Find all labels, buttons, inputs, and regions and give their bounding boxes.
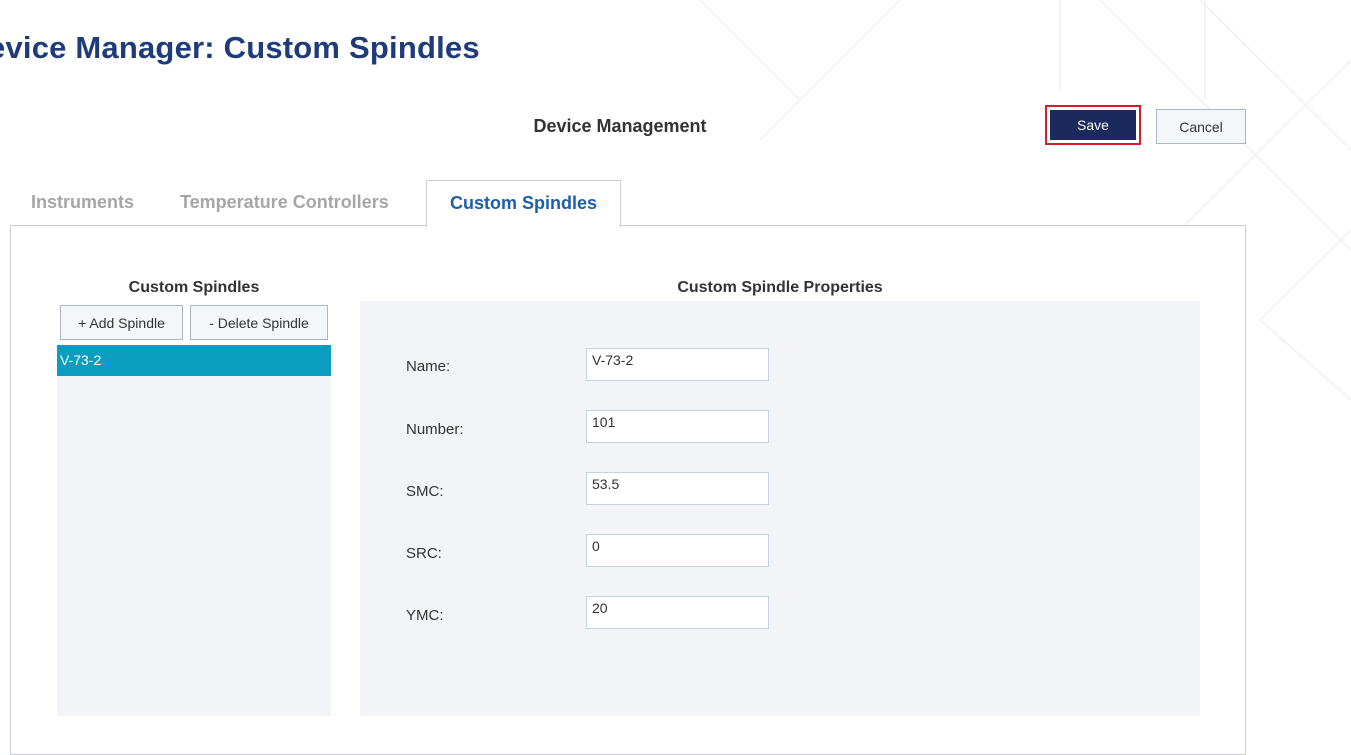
spindle-list-item[interactable]: V-73-2 <box>57 345 331 376</box>
src-field[interactable] <box>586 534 769 567</box>
smc-label: SMC: <box>406 483 444 500</box>
save-button-highlight: Save <box>1045 105 1141 145</box>
tab-instruments[interactable]: Instruments <box>31 180 134 226</box>
dialog-title: Device Management <box>533 116 707 136</box>
name-field[interactable] <box>586 348 769 381</box>
add-spindle-button[interactable]: + Add Spindle <box>60 305 183 340</box>
save-button[interactable]: Save <box>1050 110 1136 140</box>
tab-temperature-controllers[interactable]: Temperature Controllers <box>180 180 389 226</box>
tab-custom-spindles[interactable]: Custom Spindles <box>426 180 621 227</box>
number-field[interactable] <box>586 410 769 443</box>
number-label: Number: <box>406 421 464 438</box>
properties-panel: Name: Number: SMC: SRC: YMC: <box>360 301 1200 716</box>
spindle-list-heading: Custom Spindles <box>128 279 260 296</box>
ymc-field[interactable] <box>586 596 769 629</box>
ymc-label: YMC: <box>406 607 444 624</box>
src-label: SRC: <box>406 545 442 562</box>
properties-heading: Custom Spindle Properties <box>677 279 883 296</box>
smc-field[interactable] <box>586 472 769 505</box>
cancel-button[interactable]: Cancel <box>1156 109 1246 144</box>
page-title: evice Manager: Custom Spindles <box>0 30 480 65</box>
name-label: Name: <box>406 358 451 375</box>
spindle-list: V-73-2 <box>57 345 331 716</box>
delete-spindle-button[interactable]: - Delete Spindle <box>190 305 328 340</box>
